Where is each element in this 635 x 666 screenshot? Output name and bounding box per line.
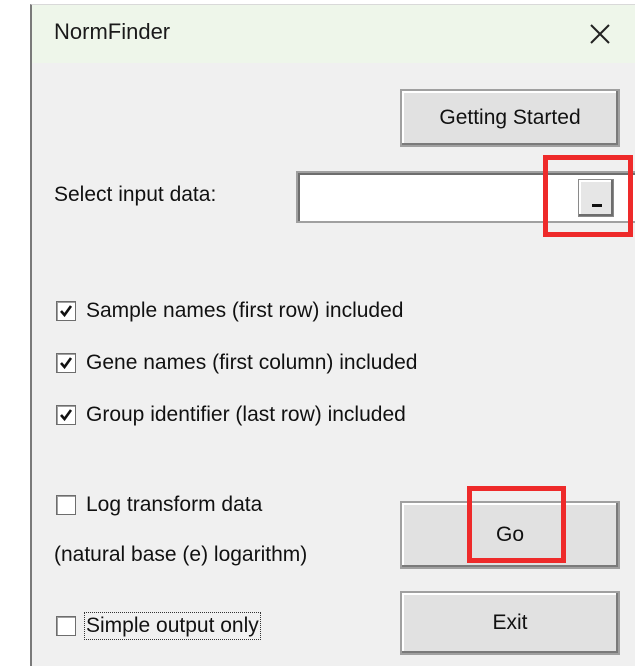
log-transform-note: (natural base (e) logarithm) <box>54 543 308 566</box>
option-simple-output[interactable]: Simple output only <box>56 612 261 640</box>
option-sample-names[interactable]: Sample names (first row) included <box>56 299 403 323</box>
exit-button[interactable]: Exit <box>400 591 620 655</box>
go-button[interactable]: Go <box>400 501 620 569</box>
checkbox-label: Gene names (first column) included <box>86 351 418 374</box>
option-group-identifier[interactable]: Group identifier (last row) included <box>56 403 406 427</box>
checkbox[interactable] <box>56 495 76 515</box>
checkmark-icon <box>60 409 73 422</box>
checkmark-icon <box>60 357 73 370</box>
window-title: NormFinder <box>54 19 171 44</box>
checkbox[interactable] <box>56 353 76 373</box>
range-select-button[interactable] <box>578 179 614 217</box>
select-input-label: Select input data: <box>54 183 217 206</box>
checkbox[interactable] <box>56 616 76 636</box>
checkbox-label: Simple output only <box>84 612 261 640</box>
option-gene-names[interactable]: Gene names (first column) included <box>56 351 417 375</box>
checkbox-label: Log transform data <box>86 493 263 516</box>
checkbox[interactable] <box>56 405 76 425</box>
close-button[interactable] <box>577 11 623 57</box>
range-select-icon <box>592 204 602 207</box>
checkbox-label: Group identifier (last row) included <box>86 403 406 426</box>
normfinder-dialog: NormFinder Getting Started Select input … <box>30 4 635 666</box>
screen: NormFinder Getting Started Select input … <box>0 0 635 666</box>
close-icon <box>590 24 610 44</box>
checkbox[interactable] <box>56 301 76 321</box>
option-log-transform[interactable]: Log transform data <box>56 493 262 517</box>
getting-started-button[interactable]: Getting Started <box>400 89 620 147</box>
checkmark-icon <box>60 305 73 318</box>
title-bar: NormFinder <box>32 5 635 63</box>
checkbox-label: Sample names (first row) included <box>86 299 404 322</box>
